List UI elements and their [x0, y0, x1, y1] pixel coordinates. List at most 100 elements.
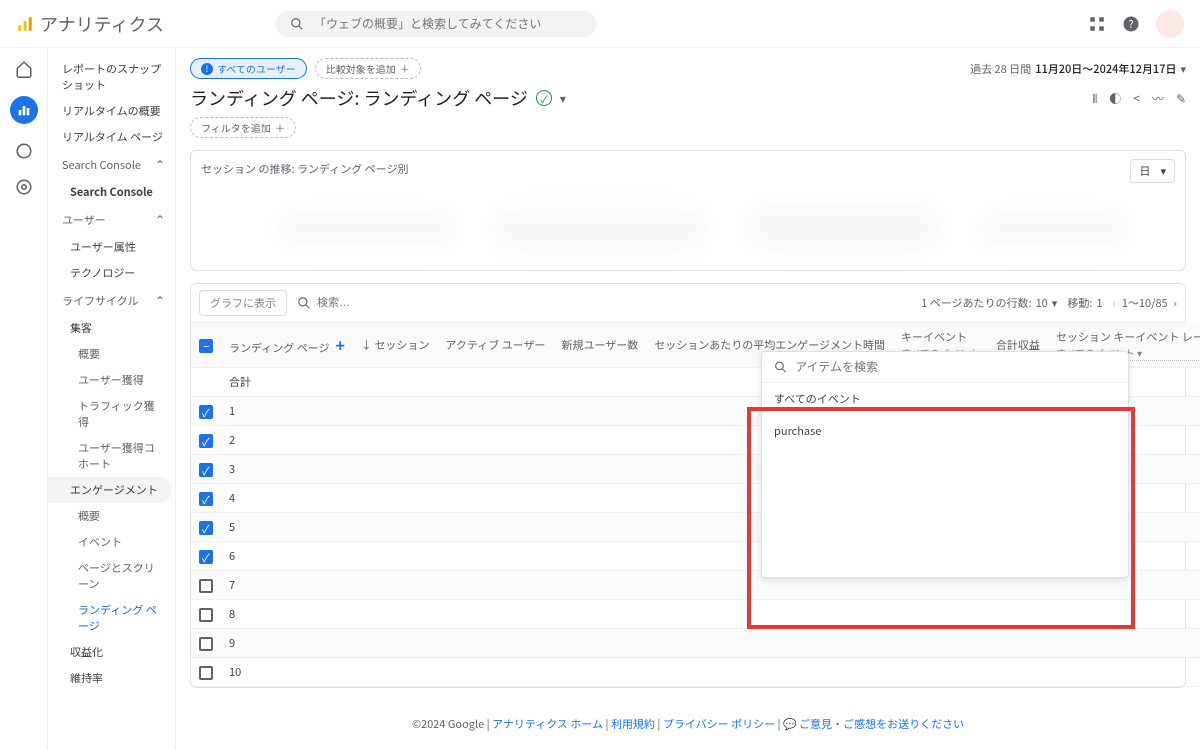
row-checkbox[interactable]: [199, 550, 213, 564]
dropdown-search-input[interactable]: [795, 360, 1116, 374]
topbar: アナリティクス ?: [0, 0, 1200, 48]
row-label: 2: [221, 425, 353, 454]
search-icon: [297, 296, 311, 310]
col-sessions[interactable]: ↓ セッション: [353, 323, 437, 368]
chart-card: セッション の推移: ランディング ページ別 日 ▾: [190, 150, 1186, 271]
row-checkbox[interactable]: [199, 434, 213, 448]
sidenav: レポートのスナップショット リアルタイムの概要 リアルタイム ページ Searc…: [48, 48, 176, 750]
row-label: 10: [221, 657, 353, 686]
chevron-down-icon[interactable]: ▾: [560, 90, 566, 107]
sidebar-item-traffic-acq[interactable]: トラフィック獲得: [48, 393, 175, 435]
sidebar-item-acquisition[interactable]: 集客: [48, 315, 175, 341]
sidebar-item-user-acq[interactable]: ユーザー獲得: [48, 367, 175, 393]
chevron-down-icon: ▾: [1052, 295, 1058, 311]
footer-link-privacy[interactable]: プライバシー ポリシー: [663, 716, 775, 732]
sidebar-section-lifecycle[interactable]: ライフサイクル⌃: [48, 286, 175, 315]
chip-add-compare[interactable]: 比較対象を追加 ＋: [315, 58, 421, 79]
next-page-button[interactable]: ›: [1174, 295, 1177, 311]
table-row[interactable]: 10: [191, 657, 1200, 686]
row-checkbox[interactable]: [199, 521, 213, 535]
sidebar-section-user[interactable]: ユーザー⌃: [48, 205, 175, 234]
sidebar-item-events[interactable]: イベント: [48, 529, 175, 555]
home-icon[interactable]: [15, 60, 33, 78]
sidebar-item-eng-summary[interactable]: 概要: [48, 503, 175, 529]
global-search-input[interactable]: [314, 17, 574, 31]
avatar[interactable]: [1156, 10, 1184, 38]
svg-text:?: ?: [1129, 16, 1134, 31]
sidebar-item-realtime-page[interactable]: リアルタイム ページ: [48, 124, 175, 150]
row-checkbox[interactable]: [199, 463, 213, 477]
row-label: 1: [221, 396, 353, 425]
show-in-graph-button[interactable]: グラフに表示: [199, 290, 287, 316]
footer-link-home[interactable]: アナリティクス ホーム: [492, 716, 603, 732]
goto-page[interactable]: 移動: 1: [1067, 295, 1102, 311]
global-search[interactable]: [276, 11, 596, 37]
page-actions: ⫴ ◐ < 〰 ✎: [1092, 90, 1186, 107]
chip-add-filter[interactable]: フィルタを追加 ＋: [190, 117, 296, 138]
insights-icon[interactable]: ◐: [1109, 90, 1121, 107]
row-checkbox[interactable]: [199, 637, 213, 651]
chart-granularity-select[interactable]: 日 ▾: [1130, 159, 1175, 183]
prev-page-button[interactable]: ‹: [1113, 295, 1116, 311]
help-icon[interactable]: ?: [1122, 15, 1140, 33]
chevron-up-icon: ⌃: [155, 156, 165, 173]
sidebar-item-search-console[interactable]: Search Console: [48, 179, 175, 205]
sidebar-item-monetize[interactable]: 収益化: [48, 639, 175, 665]
date-range-picker[interactable]: 過去 28 日間 11月20日〜2024年12月17日 ▾: [970, 61, 1186, 77]
ads-icon[interactable]: [15, 178, 33, 196]
page-nav: ‹ 1〜10/85 ›: [1113, 295, 1178, 311]
chip-all-users[interactable]: ! すべてのユーザー: [190, 58, 307, 79]
row-label: 9: [221, 628, 353, 657]
footer-link-feedback[interactable]: ご意見・ご感想をお送りください: [799, 716, 964, 732]
apps-icon[interactable]: [1088, 15, 1106, 33]
row-checkbox[interactable]: [199, 608, 213, 622]
sidebar-item-snapshot[interactable]: レポートのスナップショット: [48, 56, 175, 98]
row-checkbox[interactable]: [199, 405, 213, 419]
sidebar-item-engagement[interactable]: エンゲージメント: [48, 477, 171, 503]
chart-title: セッション の推移: ランディング ページ別: [201, 161, 1175, 177]
chevron-up-icon: ⌃: [155, 211, 165, 228]
row-checkbox[interactable]: [199, 492, 213, 506]
explore-icon[interactable]: [15, 142, 33, 160]
sidebar-section-search-console[interactable]: Search Console⌃: [48, 150, 175, 179]
table-row[interactable]: 8: [191, 599, 1200, 628]
compare-icon[interactable]: ⫴: [1092, 90, 1097, 107]
sidebar-item-user-cohort[interactable]: ユーザー獲得コホート: [48, 435, 175, 477]
logo[interactable]: アナリティクス: [16, 11, 164, 37]
sidebar-item-retention[interactable]: 維持率: [48, 665, 175, 691]
dropdown-search[interactable]: [762, 352, 1128, 383]
edit-icon[interactable]: ✎: [1176, 90, 1186, 107]
trend-icon[interactable]: 〰: [1152, 90, 1164, 107]
top-actions: ?: [1088, 10, 1184, 38]
rows-per-page[interactable]: 1 ページあたりの行数: 10 ▾: [921, 295, 1057, 311]
row-checkbox[interactable]: [199, 579, 213, 593]
row-checkbox[interactable]: [199, 666, 213, 680]
col-landing[interactable]: ランディング ページ+: [221, 323, 353, 368]
add-dimension-button[interactable]: +: [335, 333, 344, 357]
table-search-input[interactable]: [317, 297, 459, 309]
col-active-users[interactable]: アクティブ ユーザー: [437, 323, 553, 368]
main-content: ! すべてのユーザー 比較対象を追加 ＋ 過去 28 日間 11月20日〜202…: [176, 48, 1200, 750]
sidebar-item-acq-summary[interactable]: 概要: [48, 341, 175, 367]
col-new-users[interactable]: 新規ユーザー数: [553, 323, 646, 368]
table-card: グラフに表示 1 ページあたりの行数: 10 ▾ 移動: 1 ‹ 1〜1: [190, 283, 1186, 688]
footer-link-tos[interactable]: 利用規約: [611, 716, 655, 732]
left-rail: [0, 48, 48, 750]
table-row[interactable]: 9: [191, 628, 1200, 657]
row-label: 7: [221, 570, 353, 599]
sidebar-item-pages[interactable]: ページとスクリーン: [48, 555, 175, 597]
chevron-up-icon: ⌃: [155, 292, 165, 309]
select-all-checkbox[interactable]: [199, 339, 213, 353]
reports-icon[interactable]: [10, 96, 38, 124]
sidebar-item-tech[interactable]: テクノロジー: [48, 260, 175, 286]
dropdown-item-all-events[interactable]: すべてのイベント: [762, 383, 1128, 415]
share-icon[interactable]: <: [1133, 90, 1140, 107]
chevron-down-icon: ▾: [1180, 61, 1186, 77]
sidebar-item-realtime-summary[interactable]: リアルタイムの概要: [48, 98, 175, 124]
sidebar-item-landing[interactable]: ランディング ページ: [48, 597, 175, 639]
dropdown-item-purchase[interactable]: purchase: [762, 415, 1128, 447]
sidebar-item-user-attr[interactable]: ユーザー属性: [48, 234, 175, 260]
row-label: 6: [221, 541, 353, 570]
table-search[interactable]: [297, 296, 557, 310]
row-label: 8: [221, 599, 353, 628]
